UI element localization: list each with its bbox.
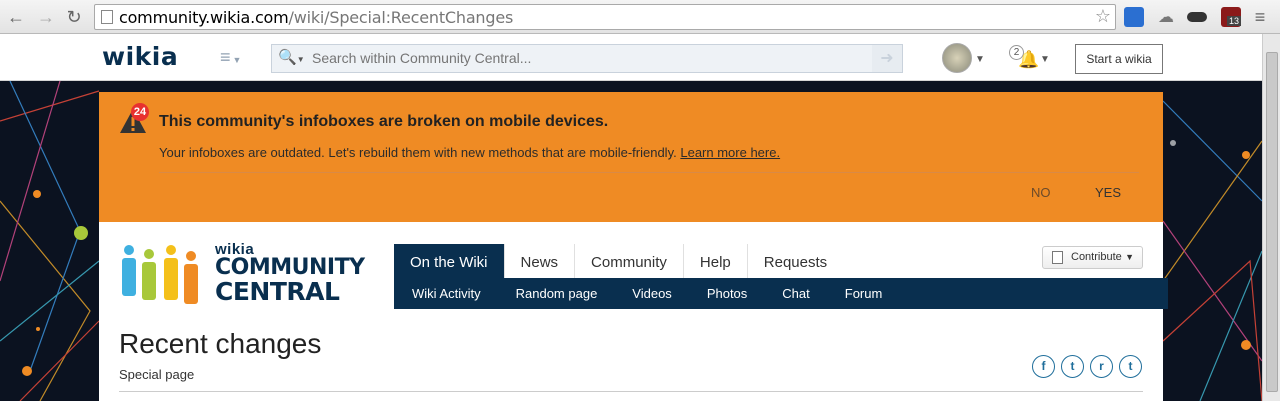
notifications-dropdown-icon[interactable]: ▼ <box>1040 54 1050 65</box>
avatar-dropdown-icon[interactable]: ▼ <box>975 54 985 65</box>
search-bar: 🔍▼ ➜ <box>271 44 903 73</box>
search-input[interactable] <box>312 50 872 66</box>
facebook-icon[interactable]: f <box>1032 355 1055 378</box>
banner-divider <box>159 172 1139 173</box>
wiki-logo-text[interactable]: wikia COMMUNITY CENTRAL <box>215 242 365 304</box>
subnav-videos[interactable]: Videos <box>632 278 672 309</box>
ublock-icon[interactable]: 13 <box>1221 7 1242 27</box>
subnav-photos[interactable]: Photos <box>707 278 747 309</box>
page-icon <box>101 10 113 24</box>
tab-requests[interactable]: Requests <box>746 244 844 278</box>
back-icon[interactable]: ← <box>6 7 26 27</box>
reload-icon[interactable]: ↻ <box>64 7 84 27</box>
wiki-subnav: Wiki Activity Random page Videos Photos … <box>394 278 1168 309</box>
yes-button[interactable]: YES <box>1095 185 1121 200</box>
notification-badge: 24 <box>131 103 149 121</box>
tab-on-the-wiki[interactable]: On the Wiki <box>394 244 504 278</box>
extension-icon-blue[interactable] <box>1124 7 1144 27</box>
title-divider <box>119 391 1143 392</box>
search-icon[interactable]: 🔍▼ <box>278 48 305 66</box>
mask-icon[interactable] <box>1187 12 1207 22</box>
bell-icon[interactable]: 🔔 <box>1018 50 1039 70</box>
subnav-wiki-activity[interactable]: Wiki Activity <box>412 278 481 309</box>
community-central-logo-icon[interactable] <box>120 244 210 308</box>
address-bar[interactable]: community.wikia.com/wiki/Special:RecentC… <box>94 4 1116 30</box>
reddit-icon[interactable]: r <box>1090 355 1113 378</box>
wikia-wordmark[interactable]: wikia <box>102 42 178 71</box>
url-text: community.wikia.com/wiki/Special:RecentC… <box>119 8 514 27</box>
cloud-icon[interactable]: ☁ <box>1156 7 1176 27</box>
infobox-warning-banner: 24 This community's infoboxes are broken… <box>99 92 1163 222</box>
tab-community[interactable]: Community <box>574 244 683 278</box>
browser-toolbar: ← → ↻ community.wikia.com/wiki/Special:R… <box>0 0 1280 34</box>
tumblr-icon[interactable]: t <box>1119 355 1142 378</box>
forward-icon[interactable]: → <box>36 7 56 27</box>
learn-more-link[interactable]: Learn more here. <box>680 145 780 160</box>
wiki-tabs: On the Wiki News Community Help Requests <box>394 244 844 278</box>
bookmark-star-icon[interactable]: ☆ <box>1095 6 1111 27</box>
page-scrollbar[interactable] <box>1262 34 1280 401</box>
subnav-random-page[interactable]: Random page <box>516 278 598 309</box>
extension-badge: 13 <box>1227 16 1242 26</box>
page-title: Recent changes <box>119 328 322 359</box>
twitter-icon[interactable]: t <box>1061 355 1084 378</box>
banner-title: This community's infoboxes are broken on… <box>159 113 609 130</box>
chevron-down-icon: ▼ <box>1125 252 1134 262</box>
scrollbar-thumb[interactable] <box>1266 52 1278 392</box>
global-navigation: wikia ≡▼ 🔍▼ ➜ ▼ 2 🔔 ▼ Start a wikia <box>0 34 1280 81</box>
subnav-chat[interactable]: Chat <box>782 278 809 309</box>
start-wikia-button[interactable]: Start a wikia <box>1075 44 1163 74</box>
search-submit-arrow-icon[interactable]: ➜ <box>872 45 902 72</box>
document-icon <box>1052 251 1063 264</box>
hamburger-menu-icon[interactable]: ≡ ▼ <box>220 47 241 68</box>
share-buttons: f t r t <box>1032 355 1142 378</box>
banner-message: Your infoboxes are outdated. Let's rebui… <box>159 145 781 160</box>
tab-help[interactable]: Help <box>682 244 747 278</box>
tab-news[interactable]: News <box>503 244 575 278</box>
page-subtitle: Special page <box>119 367 195 382</box>
menu-icon[interactable]: ≡ <box>1250 7 1270 27</box>
contribute-button[interactable]: Contribute ▼ <box>1042 246 1143 269</box>
avatar[interactable] <box>942 43 972 73</box>
no-button[interactable]: NO <box>1031 185 1051 200</box>
subnav-forum[interactable]: Forum <box>845 278 883 309</box>
wiki-content: wikia COMMUNITY CENTRAL On the Wiki News… <box>99 222 1168 401</box>
